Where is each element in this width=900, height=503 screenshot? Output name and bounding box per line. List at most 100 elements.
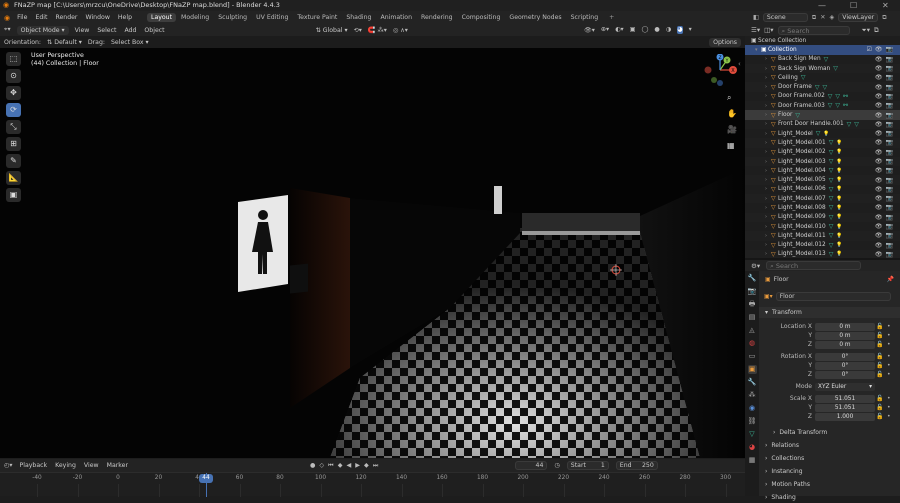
keyframe-dot-icon[interactable]: • <box>887 353 891 360</box>
scale-y-field[interactable]: 51.051 <box>815 403 875 412</box>
data-tab-icon[interactable]: ▽ <box>748 430 757 439</box>
menu-window[interactable]: Window <box>85 14 109 21</box>
section-shading[interactable]: › Shading <box>759 492 900 503</box>
transform-orientation-dropdown[interactable]: ⇅ Global ▾ <box>316 27 348 34</box>
scale-tool-icon[interactable]: ⤡ <box>6 120 21 134</box>
new-scene-icon[interactable]: ⧉ <box>812 14 816 22</box>
visibility-icons[interactable]: 👁📷 <box>875 223 896 230</box>
display-mode-icon[interactable]: ◫▾ <box>764 26 773 34</box>
outliner-item[interactable]: › ▽ Light_Model.005 ▽ 💡 👁📷 <box>745 175 900 185</box>
orientation-dropdown[interactable]: ⇅ Default ▾ <box>47 39 82 46</box>
remove-view-layer-icon[interactable]: ⧉ <box>882 14 886 22</box>
menu-file[interactable]: File <box>17 14 27 21</box>
remove-scene-icon[interactable]: ✕ <box>820 14 825 21</box>
rotation-y-field[interactable]: 0° <box>815 361 875 370</box>
keyframe-dot-icon[interactable]: • <box>887 341 891 348</box>
visibility-icons[interactable]: 👁📷 <box>875 214 896 221</box>
start-frame-field[interactable]: Start 1 <box>566 461 609 470</box>
properties-search-input[interactable]: ⌕ Search <box>766 261 862 270</box>
outliner-item[interactable]: › ▽ Back Sign Woman ▽ 👁📷 <box>745 63 900 74</box>
view-layer-field[interactable]: ViewLayer <box>838 13 879 22</box>
tool-tab-icon[interactable]: 🔧 <box>748 274 757 283</box>
xray-icon[interactable]: ▣ <box>630 26 636 34</box>
keyframe-dot-icon[interactable]: • <box>887 404 891 411</box>
keying-set-icon[interactable]: ◇ <box>319 462 324 470</box>
workspace-tab-uv-editing[interactable]: UV Editing <box>252 13 292 22</box>
outliner-item[interactable]: › ▽ Light_Model.002 ▽ 💡 👁📷 <box>745 148 900 157</box>
visibility-icons[interactable]: 👁📷 <box>875 93 896 100</box>
section-collections[interactable]: › Collections <box>759 453 900 464</box>
visibility-icons[interactable]: 👁📷 <box>875 56 896 63</box>
snap-icon[interactable]: 🧲 ⁂▾ <box>368 26 387 34</box>
workspace-tab-rendering[interactable]: Rendering <box>417 13 457 22</box>
lock-icon[interactable]: 🔓 <box>876 353 883 360</box>
minimize-icon[interactable]: — <box>818 0 826 11</box>
visibility-icons[interactable]: 👁📷 <box>875 65 896 72</box>
object-tab-icon[interactable]: ▣ <box>747 365 757 374</box>
outliner-item[interactable]: › ▽ Light_Model.013 ▽ 💡 👁📷 <box>745 249 900 258</box>
properties-editor-icon[interactable]: ⚙▾ <box>751 262 760 270</box>
scale-z-field[interactable]: 1.000 <box>815 412 875 421</box>
section-delta-transform[interactable]: › Delta Transform <box>759 427 900 438</box>
rotation-x-field[interactable]: 0° <box>815 352 875 361</box>
proportional-edit-icon[interactable]: ◎ ∧▾ <box>393 27 408 34</box>
outliner-item[interactable]: › ▽ Light_Model.006 ▽ 💡 👁📷 <box>745 185 900 194</box>
outliner-item[interactable]: › ▽ Light_Model.001 ▽ 💡 👁📷 <box>745 138 900 148</box>
visibility-icons[interactable]: 👁📷 <box>875 167 896 174</box>
outliner-item[interactable]: › ▽ Door Frame ▽ ▽ 👁📷 <box>745 82 900 92</box>
visibility-icons[interactable]: 👁📷 <box>875 158 896 165</box>
timeline-ruler[interactable]: -40-200204060801001201401601802002202402… <box>0 472 745 497</box>
camera-view-icon[interactable]: 🎥 <box>727 122 737 138</box>
workspace-tab-texture-paint[interactable]: Texture Paint <box>293 13 341 22</box>
scene-tab-icon[interactable]: ◬ <box>748 326 757 335</box>
keyframe-dot-icon[interactable]: • <box>887 362 891 369</box>
outliner-item[interactable]: › ▽ Light_Model ▽ 💡 👁📷 <box>745 129 900 138</box>
perspective-toggle-icon[interactable]: ▦ <box>727 138 737 154</box>
shading-material-icon[interactable]: ◑ <box>666 26 671 34</box>
select-box-tool-icon[interactable]: ⬚ <box>6 52 21 66</box>
visibility-icons[interactable]: 👁📷 <box>875 149 896 156</box>
options-button[interactable]: Options <box>709 37 741 47</box>
cursor-tool-icon[interactable]: ⊙ <box>6 69 21 83</box>
scale-x-field[interactable]: 51.051 <box>815 394 875 403</box>
shading-wireframe-icon[interactable]: ◯ <box>641 26 648 34</box>
play-icon[interactable]: ▶ <box>355 462 360 470</box>
move-tool-icon[interactable]: ✥ <box>6 86 21 100</box>
keyframe-dot-icon[interactable]: • <box>887 332 891 339</box>
viewport-menu-view[interactable]: View <box>75 27 90 34</box>
section-relations[interactable]: › Relations <box>759 440 900 451</box>
location-y-field[interactable]: 0 m <box>815 331 875 340</box>
next-keyframe-icon[interactable]: ◆ <box>364 462 369 470</box>
timeline-menu-playback[interactable]: Playback <box>20 462 48 469</box>
transform-tool-icon[interactable]: ⊞ <box>6 137 21 151</box>
end-frame-field[interactable]: End 250 <box>615 461 658 470</box>
lock-icon[interactable]: 🔓 <box>876 404 883 411</box>
annotate-tool-icon[interactable]: ✎ <box>6 154 21 168</box>
viewport-menu-object[interactable]: Object <box>144 27 164 34</box>
visibility-icons[interactable]: 👁📷 <box>875 242 896 249</box>
shading-solid-icon[interactable]: ● <box>654 26 659 34</box>
pan-hand-icon[interactable]: ✋ <box>727 106 737 122</box>
maximize-icon[interactable]: ☐ <box>850 0 857 11</box>
rotation-mode-dropdown[interactable]: XYZ Euler ▾ <box>815 382 875 391</box>
visibility-icons[interactable]: 👁📷 <box>875 112 896 119</box>
prev-keyframe-icon[interactable]: ◆ <box>338 462 343 470</box>
outliner-item[interactable]: › ▽ Light_Model.007 ▽ 💡 👁📷 <box>745 194 900 204</box>
lock-icon[interactable]: 🔓 <box>876 332 883 339</box>
visibility-icons[interactable]: 👁📷 <box>875 139 896 146</box>
outliner-item[interactable]: › ▽ Light_Model.009 ▽ 💡 👁📷 <box>745 212 900 222</box>
timeline-menu-keying[interactable]: Keying <box>55 462 76 469</box>
add-workspace-button[interactable]: + <box>609 14 614 21</box>
transform-section[interactable]: ▾ Transform <box>759 307 900 318</box>
3d-viewport[interactable] <box>0 48 745 458</box>
close-icon[interactable]: ✕ <box>882 0 889 11</box>
outliner-item[interactable]: › ▽ Light_Model.008 ▽ 💡 👁📷 <box>745 203 900 212</box>
shading-rendered-icon[interactable]: ◕ <box>677 26 683 34</box>
timeline-editor-icon[interactable]: ◴▾ <box>4 462 13 469</box>
viewport-menu-select[interactable]: Select <box>97 27 116 34</box>
filter-icon[interactable]: ⏷▾ <box>862 26 870 35</box>
visibility-icons[interactable]: 👁📷 <box>875 102 896 109</box>
collection-tab-icon[interactable]: ▭ <box>748 352 757 361</box>
pin-icon[interactable]: 📌 <box>887 276 894 283</box>
collection-row[interactable]: ▾ ▣ Collection ☑👁📷 <box>745 45 900 55</box>
